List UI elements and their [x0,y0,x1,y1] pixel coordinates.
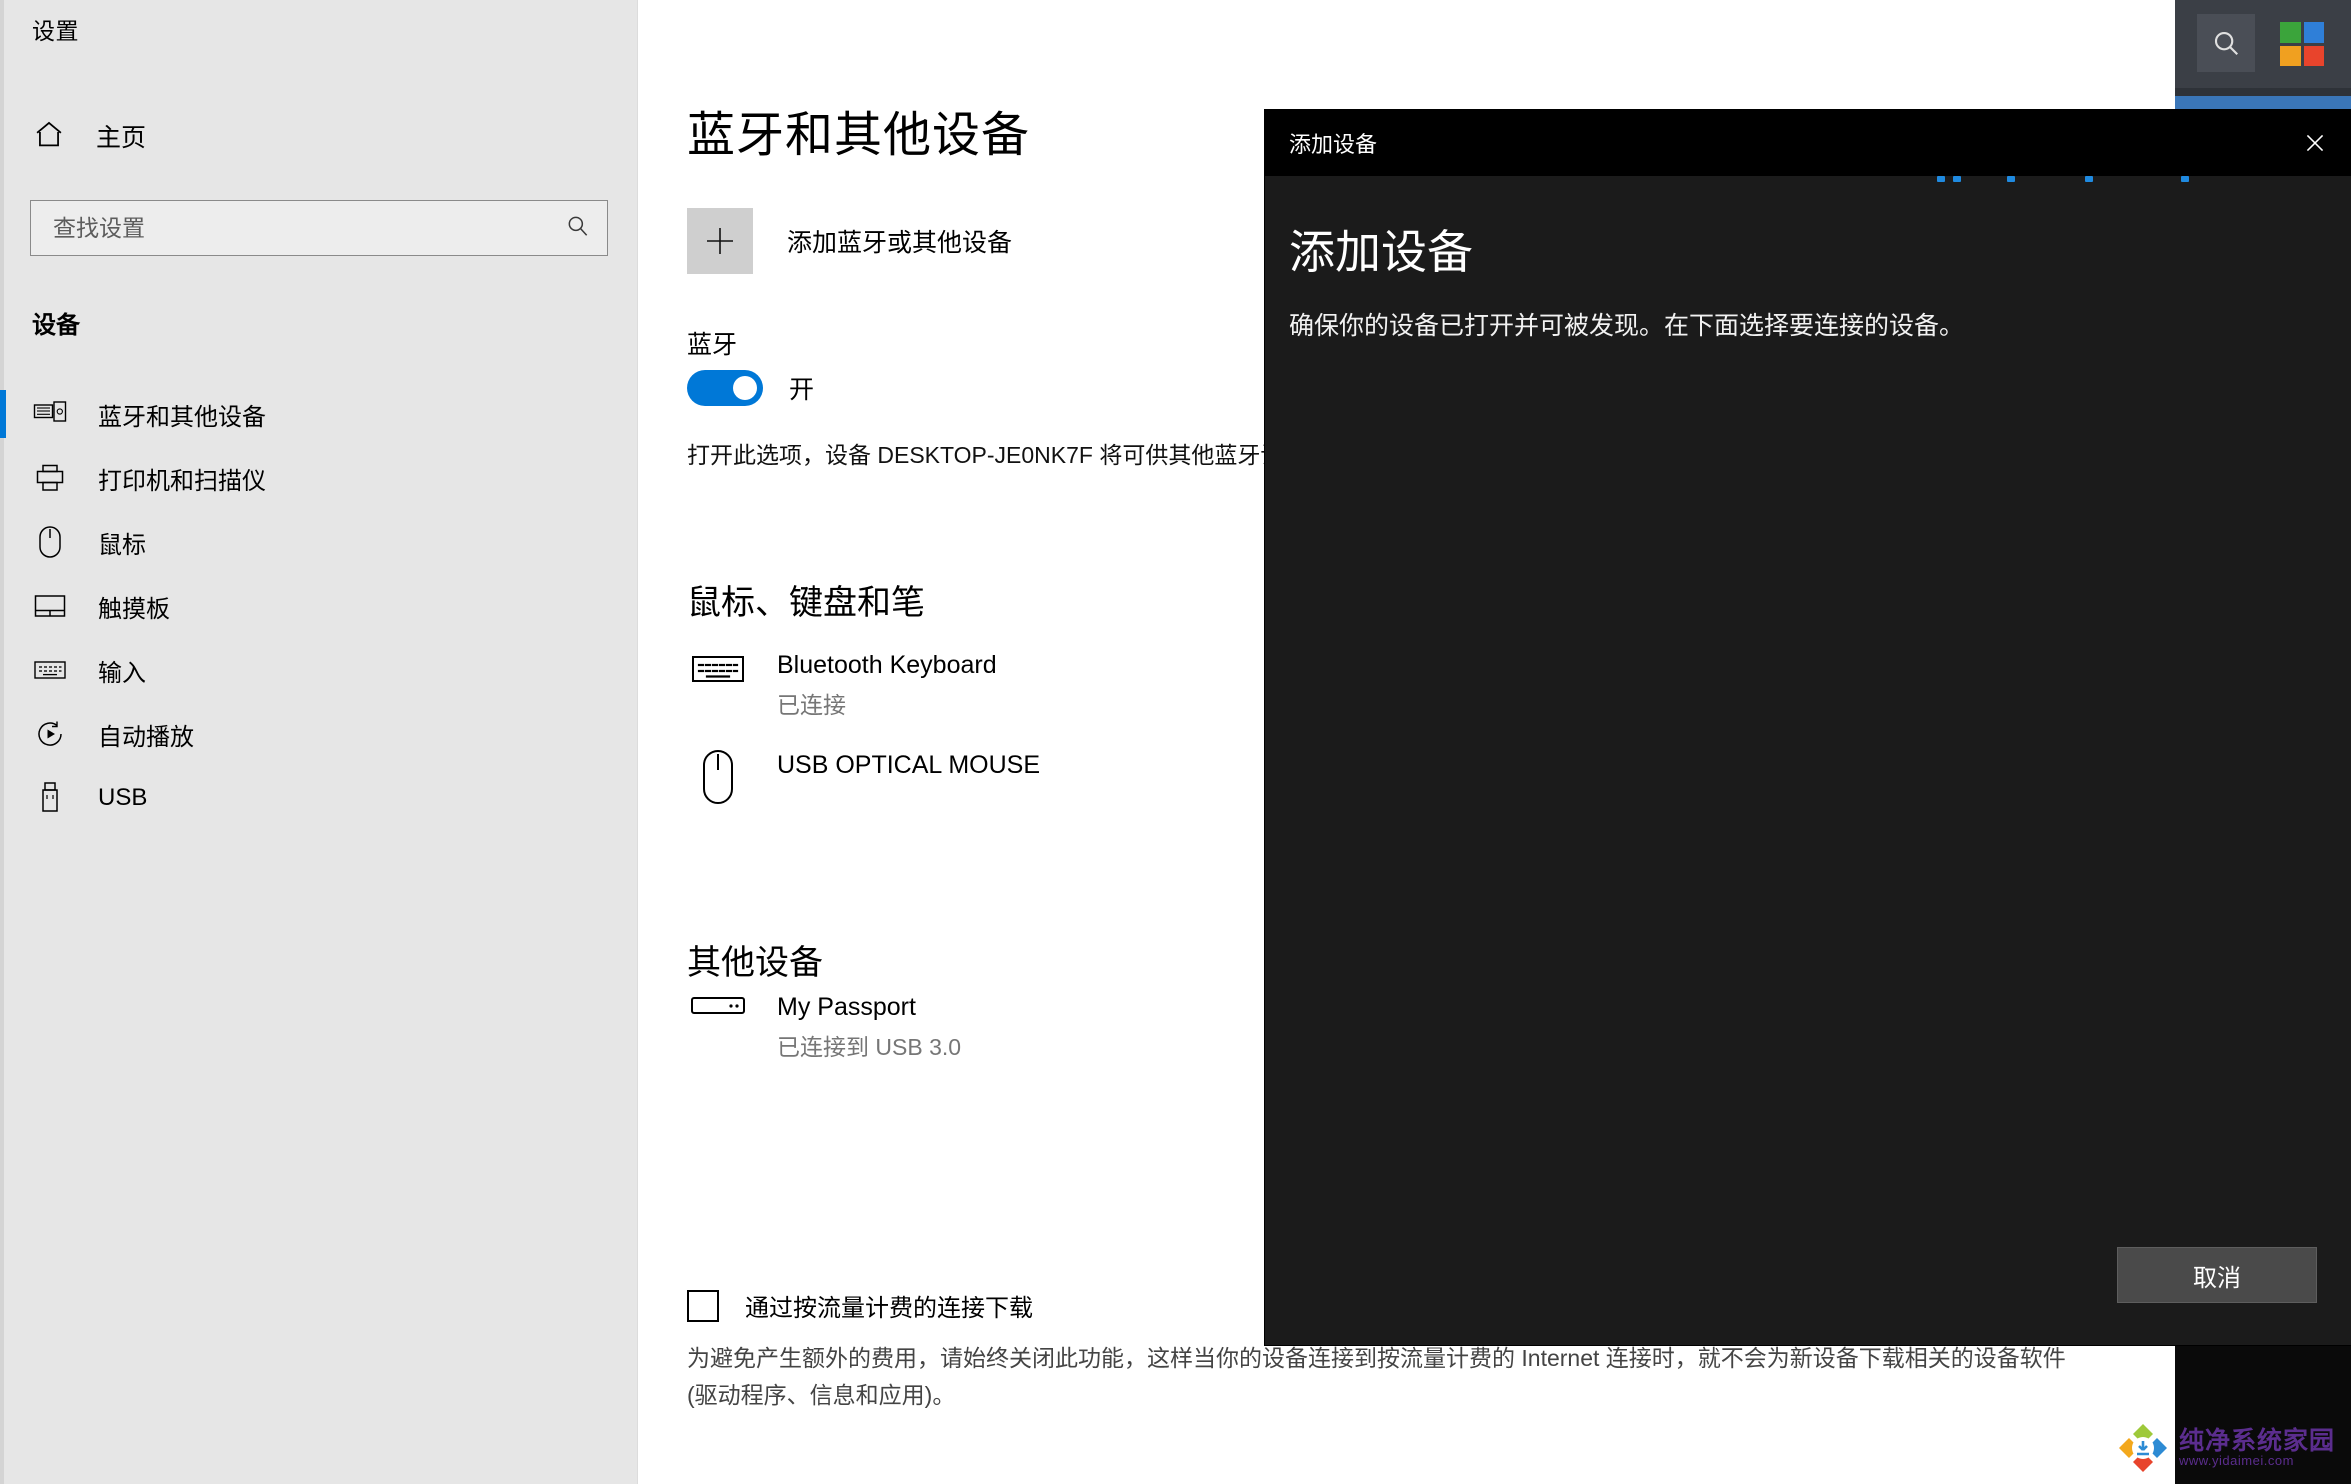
search-settings-box[interactable] [30,200,608,256]
keyboard-icon [32,652,68,688]
metered-download-row[interactable]: 通过按流量计费的连接下载 [687,1288,1033,1323]
bluetooth-devices-icon [32,396,68,432]
device-list-item[interactable]: Bluetooth Keyboard 已连接 [687,648,997,720]
metered-download-label: 通过按流量计费的连接下载 [745,1295,1033,1322]
device-name: USB OPTICAL MOUSE [777,751,1041,779]
add-device-dialog: 添加设备 添加设备 确保你的设备已打开并可被发现。在下面选择要连接的设备。 取消 [1265,110,2351,1345]
device-status: 已连接 [777,692,846,718]
metered-download-description: 为避免产生额外的费用，请始终关闭此功能，这样当你的设备连接到按流量计费的 Int… [687,1345,2066,1409]
touchpad-icon [32,588,68,624]
close-icon[interactable] [2279,110,2351,176]
watermark-url: www.yidaimei.com [2178,1453,2294,1469]
group-title-mouse-keyboard-pen: 鼠标、键盘和笔 [687,584,925,622]
mouse-icon [32,524,68,560]
background-app-strip [2175,88,2351,96]
cancel-button[interactable]: 取消 [2117,1247,2317,1303]
device-list-item[interactable]: My Passport 已连接到 USB 3.0 [687,990,961,1062]
printer-icon [32,460,68,496]
sidebar-section-label: 设备 [32,312,80,339]
dialog-heading: 添加设备 [1289,226,1473,278]
sidebar-item-label: 触摸板 [98,595,170,623]
sidebar-item-label: 打印机和扫描仪 [98,467,266,495]
sidebar: 设置 主页 设备 [0,0,638,1484]
device-name: Bluetooth Keyboard [777,651,997,679]
search-icon[interactable] [565,213,591,244]
keyboard-icon [687,648,749,688]
sidebar-item-label: 自动播放 [98,723,194,751]
sidebar-item-printers[interactable]: 打印机和扫描仪 [0,446,638,510]
add-device-label: 添加蓝牙或其他设备 [787,229,1013,257]
add-bluetooth-device-button[interactable]: 添加蓝牙或其他设备 [687,208,1012,274]
sidebar-item-autoplay[interactable]: 自动播放 [0,702,638,766]
sidebar-item-label: 输入 [98,659,146,687]
watermark: 纯净系统家园 www.yidaimei.com [2117,1422,2335,1474]
sidebar-item-typing[interactable]: 输入 [0,638,638,702]
mouse-icon [687,748,749,806]
search-input[interactable] [53,214,565,242]
dialog-body: 添加设备 确保你的设备已打开并可被发现。在下面选择要连接的设备。 取消 [1265,176,2351,1345]
plus-icon [687,208,753,274]
sidebar-item-label: USB [98,784,148,811]
bluetooth-toggle[interactable] [687,370,763,406]
metered-download-checkbox[interactable] [687,1289,719,1322]
watermark-name: 纯净系统家园 [2178,1427,2335,1456]
device-status: 已连接到 USB 3.0 [777,1034,962,1060]
dialog-subtitle: 确保你的设备已打开并可被发现。在下面选择要连接的设备。 [1289,312,1965,340]
sidebar-item-label: 鼠标 [98,531,146,559]
sidebar-item-label: 蓝牙和其他设备 [98,403,266,431]
page-title: 蓝牙和其他设备 [687,109,1031,162]
device-list-item[interactable]: USB OPTICAL MOUSE [687,748,1040,806]
bluetooth-label: 蓝牙 [687,331,738,359]
windows-logo-icon[interactable] [2280,22,2324,66]
home-icon [32,117,66,156]
sidebar-item-home[interactable]: 主页 [22,105,602,167]
sidebar-item-bluetooth-devices[interactable]: 蓝牙和其他设备 [0,382,638,446]
autoplay-icon [32,716,68,752]
usb-icon [32,780,68,816]
sidebar-item-label: 主页 [96,124,147,152]
group-title-other-devices: 其他设备 [687,944,823,982]
bluetooth-toggle-state: 开 [789,376,815,404]
sidebar-item-usb[interactable]: USB [0,766,638,830]
external-drive-icon [687,990,749,1020]
device-name: My Passport [777,993,916,1021]
sidebar-nav-list: 蓝牙和其他设备 打印机和扫描仪 鼠标 触摸板 输入 自动播放 USB [0,382,638,830]
dialog-titlebar: 添加设备 [1265,110,2351,176]
dialog-titlebar-text: 添加设备 [1289,132,1378,157]
watermark-logo-icon [2117,1422,2169,1474]
app-title: 设置 [32,18,79,44]
search-icon[interactable] [2197,14,2255,72]
sidebar-item-touchpad[interactable]: 触摸板 [0,574,638,638]
bluetooth-toggle-row[interactable]: 开 [687,370,814,406]
sidebar-item-mouse[interactable]: 鼠标 [0,510,638,574]
